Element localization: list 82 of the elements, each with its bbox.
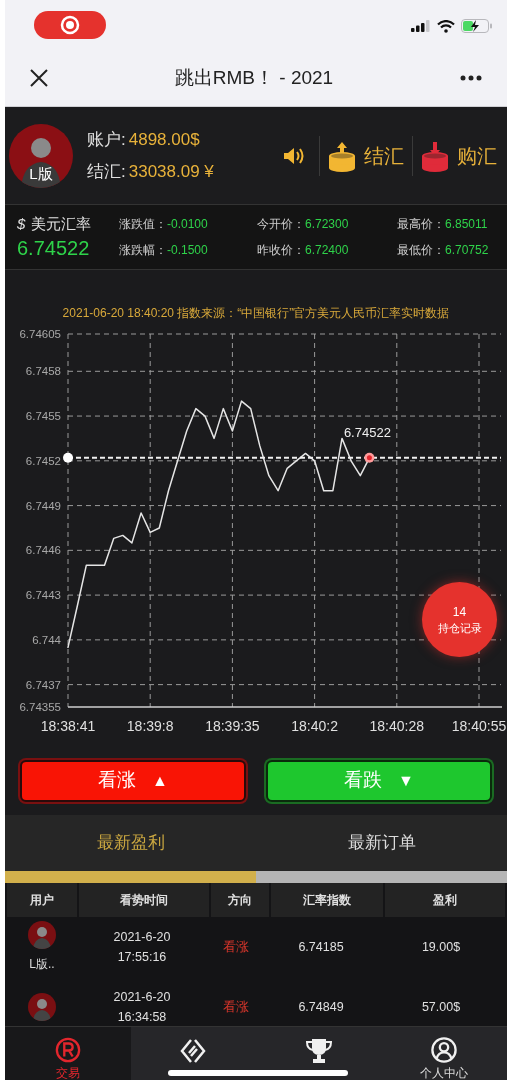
stat-label: 涨跌幅： [119, 242, 167, 259]
box-down-arrow-icon [421, 139, 449, 172]
x-tick-label: 18:39:8 [126, 718, 174, 734]
balance-amount: 4898.00$ [128, 129, 200, 151]
direction-text: 看涨 [222, 998, 250, 1016]
wifi-icon [437, 19, 455, 33]
stat-value: -0.0100 [167, 216, 208, 233]
rise-button[interactable]: 看涨 ▲ [20, 759, 246, 802]
diamond-link-icon [179, 1037, 208, 1065]
stat-value: 6.72300 [305, 216, 349, 233]
y-tick-label: 6.744 [32, 633, 61, 646]
x-tick-label: 18:39:35 [205, 718, 260, 734]
stat-value: -0.1500 [167, 242, 208, 259]
holdings-button[interactable]: 14 持仓记录 [422, 582, 497, 657]
y-tick-label: 6.7446 [25, 544, 61, 557]
column-header: 盈利 [385, 883, 505, 917]
profit-cell-text: 19.00$ [420, 938, 462, 956]
price-line-handle [63, 452, 73, 463]
profit-cell-text: 57.00$ [420, 998, 462, 1016]
user-icon [430, 1037, 459, 1063]
column-header: 用户 [7, 883, 77, 917]
rate-name: 美元汇率 [31, 213, 92, 234]
direction-text: 看涨 [222, 938, 250, 956]
page-title: 跳出RMB！ - 2021 [174, 65, 334, 90]
y-tick-label: 6.74355 [19, 701, 61, 713]
y-tick-label: 6.7449 [25, 499, 61, 512]
rate-cell-text: 6.74849 [297, 998, 345, 1016]
stat-label: 最高价： [397, 216, 445, 233]
tab[interactable]: 最新盈利 [5, 815, 256, 883]
rate-value: 6.74522 [17, 236, 91, 262]
y-tick-label: 6.7452 [25, 454, 61, 467]
stat-label: 最低价： [397, 242, 445, 259]
person-silhouette [21, 137, 61, 188]
stat-label: 今开价： [257, 216, 305, 233]
close-icon [30, 69, 48, 87]
balance-label: 账户: [87, 129, 126, 151]
x-tick-label: 18:40:2 [291, 718, 338, 734]
date-text: 2021-6-20 [113, 989, 171, 1006]
stat-label: 昨收价： [257, 242, 305, 259]
date-text: 2021-6-20 [113, 929, 171, 946]
stat-value: 6.70752 [445, 242, 489, 259]
x-tick-label: 18:40:28 [369, 718, 425, 734]
y-tick-label: 6.7437 [25, 678, 61, 691]
close-button[interactable] [29, 68, 49, 88]
y-tick-label: 6.74605 [19, 328, 61, 340]
time-text: 17:55:16 [117, 949, 167, 966]
person-silhouette [33, 999, 51, 1021]
column-header: 方向 [211, 883, 269, 917]
battery-icon [461, 19, 493, 33]
y-tick-label: 6.7458 [25, 365, 61, 378]
column-header: 汇率指数 [271, 883, 383, 917]
time-text: 16:34:58 [117, 1009, 167, 1026]
x-tick-label: 18:38:41 [40, 718, 96, 734]
stat-value: 6.72400 [305, 242, 349, 259]
x-tick-label: 18:40:55 [451, 718, 507, 734]
settle-button[interactable]: 结汇 [328, 139, 404, 172]
stat-value: 6.85011 [445, 216, 488, 233]
settlement-amount: 33038.09 ¥ [128, 160, 214, 183]
signal-icon [411, 20, 431, 32]
latest-price-label: 6.74522 [343, 424, 391, 440]
rate-cell-text: 6.74185 [297, 938, 345, 956]
recording-indicator[interactable] [34, 11, 106, 39]
settlement-label: 结汇: [87, 160, 126, 183]
person-silhouette [33, 927, 51, 949]
trophy-icon [304, 1037, 333, 1065]
purchase-button[interactable]: 购汇 [421, 139, 497, 172]
record-icon [60, 15, 80, 35]
latest-point-marker [364, 452, 375, 463]
nav-tab[interactable]: 个人中心 [381, 1027, 507, 1080]
nav-tab[interactable]: 交易 [5, 1027, 131, 1080]
chart-title: 2021-06-20 18:40:20 指数来源：“中国银行”官方美元人民币汇率实时数据 [61, 305, 451, 322]
tab[interactable]: 最新订单 [256, 815, 507, 883]
speaker-icon [282, 145, 306, 166]
column-header: 看势时间 [79, 883, 209, 917]
currency-symbol: $ [17, 213, 26, 234]
registered-icon [53, 1037, 82, 1063]
avatar-label: L版 [28, 164, 54, 184]
y-tick-label: 6.7455 [25, 410, 61, 423]
y-tick-label: 6.7443 [25, 589, 61, 602]
more-icon [460, 75, 482, 81]
user-name: L版.. [29, 956, 55, 973]
stat-label: 涨跌值： [119, 216, 167, 233]
